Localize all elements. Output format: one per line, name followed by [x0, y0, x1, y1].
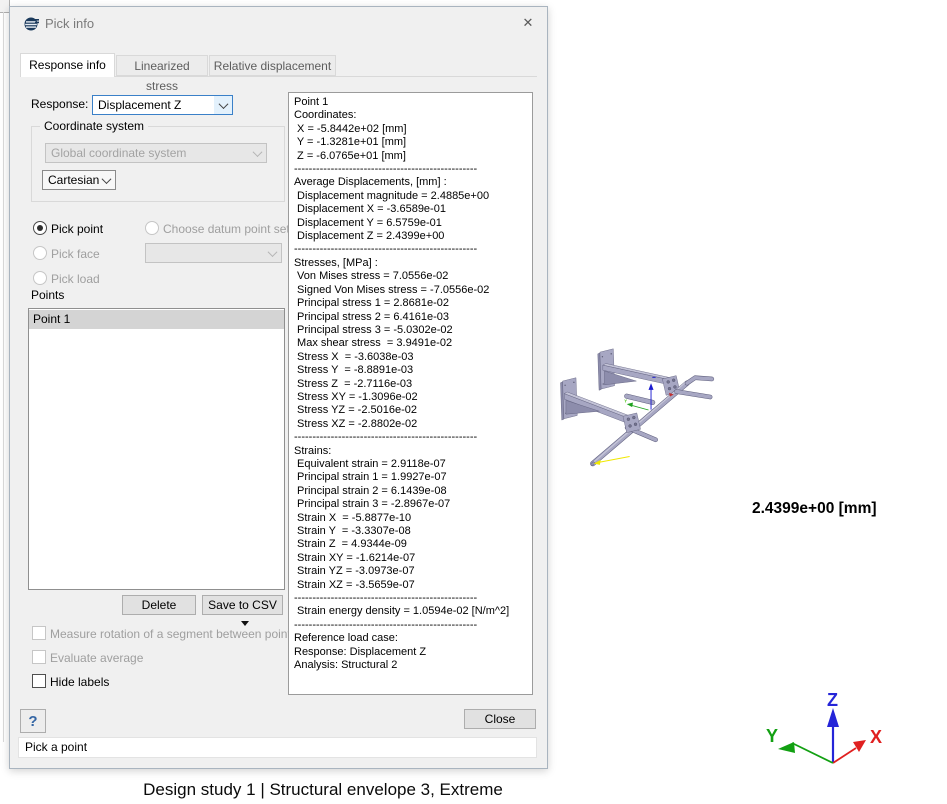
pick-load-radio	[33, 271, 47, 285]
y-axis-arrowhead	[627, 402, 633, 407]
coordinate-system-group-label: Coordinate system	[40, 119, 148, 133]
pick-info-dialog: Pick info ✕ Response info Linearized str…	[9, 6, 548, 769]
clamp-front	[623, 413, 641, 433]
close-icon[interactable]: ✕	[515, 12, 541, 33]
measure-rotation-label: Measure rotation of a segment between po…	[50, 627, 297, 641]
status-bar: Pick a point	[18, 737, 537, 758]
response-dropdown-value: Displacement Z	[98, 98, 181, 112]
pick-load-label: Pick load	[51, 272, 100, 286]
choose-datum-point-set-radio	[145, 221, 159, 235]
coordinate-system-group	[31, 126, 285, 202]
status-text: Pick a point	[25, 740, 87, 754]
help-button[interactable]: ?	[20, 709, 46, 733]
close-button[interactable]: Close	[464, 709, 536, 729]
tab-linearized-stress[interactable]: Linearized stress	[116, 55, 208, 76]
model-3d-view[interactable]: Y	[550, 245, 947, 575]
displacement-annotation: 2.4399e+00 [mm]	[752, 500, 877, 518]
coordinate-type-value: Cartesian	[48, 173, 99, 187]
coordinate-system-value: Global coordinate system	[51, 146, 186, 160]
response-label: Response:	[31, 97, 88, 111]
cross-tube	[627, 396, 653, 402]
delete-button[interactable]: Delete	[122, 595, 196, 615]
window-title: Pick info	[45, 16, 94, 31]
points-list[interactable]: Point 1	[28, 308, 285, 590]
datum-point-set-dropdown	[145, 243, 282, 263]
response-dropdown[interactable]: Displacement Z	[92, 95, 233, 115]
pick-point-label: Pick point	[51, 222, 103, 236]
triad-y-arrowhead	[778, 742, 795, 753]
app-icon	[24, 17, 40, 31]
evaluate-average-label: Evaluate average	[50, 651, 143, 665]
pick-face-radio	[33, 246, 47, 260]
pick-point-radio[interactable]	[33, 221, 47, 235]
hide-labels-checkbox[interactable]	[32, 674, 46, 688]
triad-x-arrowhead	[853, 740, 866, 752]
point-marker-y-label: Y	[624, 398, 627, 403]
title-bar[interactable]: Pick info ✕	[10, 7, 545, 37]
tab-relative-displacement[interactable]: Relative displacement	[209, 55, 336, 76]
triad-x-label: X	[870, 727, 882, 747]
measure-rotation-checkbox	[32, 626, 46, 640]
background-window-edge	[3, 12, 4, 742]
response-report-text: Point 1 Coordinates: X = -5.8442e+02 [mm…	[289, 93, 532, 672]
triad-z-label: Z	[827, 690, 838, 710]
save-to-csv-label: Save to CSV	[208, 598, 277, 612]
chevron-down-icon	[214, 96, 232, 114]
hide-labels-label: Hide labels	[50, 675, 109, 689]
chevron-down-icon	[97, 171, 115, 189]
z-axis-arrowhead	[649, 383, 654, 390]
choose-datum-point-set-label: Choose datum point set	[163, 222, 290, 236]
pick-face-label: Pick face	[51, 247, 100, 261]
save-to-csv-button[interactable]: Save to CSV	[202, 595, 283, 615]
response-report-panel: Point 1 Coordinates: X = -5.8442e+02 [mm…	[288, 92, 533, 695]
design-study-caption: Design study 1 | Structural envelope 3, …	[0, 780, 646, 800]
triad-z-arrowhead	[827, 708, 839, 727]
tab-response-info[interactable]: Response info	[20, 53, 115, 77]
coordinate-system-dropdown: Global coordinate system	[45, 143, 267, 163]
triad-y-label: Y	[766, 726, 778, 746]
chevron-down-icon	[248, 144, 266, 162]
points-label: Points	[31, 288, 64, 302]
chevron-down-icon	[263, 244, 281, 262]
coordinate-type-dropdown[interactable]: Cartesian	[42, 170, 116, 190]
dropdown-arrow-icon	[241, 621, 249, 626]
screen: Pick info ✕ Response info Linearized str…	[0, 0, 947, 804]
wall-bracket-rear	[598, 349, 680, 396]
list-item[interactable]: Point 1	[29, 310, 284, 329]
evaluate-average-checkbox	[32, 650, 46, 664]
orientation-triad: Z X Y	[740, 650, 940, 780]
